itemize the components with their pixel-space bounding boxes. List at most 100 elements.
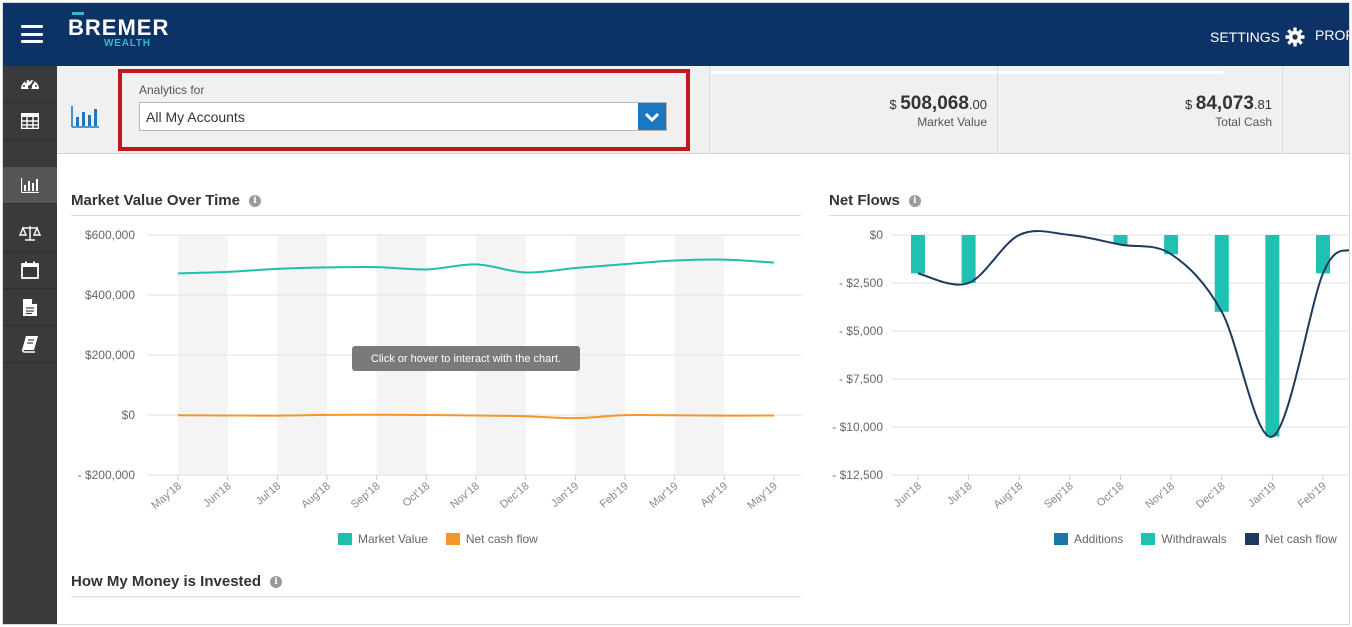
brand-logo[interactable]: BREMER WEALTH bbox=[68, 12, 170, 49]
sidebar bbox=[3, 66, 57, 624]
y-tick-label: - $200,000 bbox=[78, 468, 136, 482]
market-value-chart[interactable]: $600,000 $400,000 $200,000 $0 - $200,000 May'… bbox=[57, 218, 807, 528]
info-icon[interactable]: i bbox=[248, 194, 261, 207]
x-tick-label: Jun'18 bbox=[201, 480, 233, 510]
info-icon[interactable]: i bbox=[270, 575, 283, 588]
brand-subtitle: WEALTH bbox=[104, 38, 151, 49]
dashboard-icon bbox=[21, 79, 39, 89]
scale-icon bbox=[19, 226, 41, 241]
x-tick-label: Sep'18 bbox=[349, 480, 383, 511]
net-cash-flow-line bbox=[917, 230, 1349, 438]
document-icon bbox=[23, 298, 37, 316]
legend-item[interactable]: Net cash flow bbox=[1244, 532, 1337, 546]
y-tick-label: $400,000 bbox=[85, 288, 135, 302]
net-flows-chart[interactable]: $0 - $2,500 - $5,000 - $7,500 - $10,000 - $12… bbox=[813, 218, 1350, 528]
withdrawal-bar bbox=[1265, 235, 1280, 437]
sidebar-item-analytics[interactable] bbox=[3, 167, 57, 204]
sidebar-item-documents[interactable] bbox=[3, 289, 57, 326]
sidebar-item-dashboard[interactable] bbox=[3, 66, 57, 103]
legend-swatch bbox=[338, 533, 352, 545]
x-tick-label: Nov'18 bbox=[448, 480, 482, 511]
y-tick-label: - $7,500 bbox=[839, 372, 883, 386]
x-tick-label: Feb'19 bbox=[1296, 480, 1329, 511]
x-tick-label: Sep'18 bbox=[1042, 480, 1076, 511]
chart-hint-tooltip: Click or hover to interact with the char… bbox=[352, 346, 580, 371]
sidebar-item-balance[interactable] bbox=[3, 215, 57, 252]
withdrawal-bar bbox=[961, 235, 976, 283]
total-cash-amount: 84,073 bbox=[1195, 93, 1254, 114]
legend-swatch bbox=[1054, 533, 1068, 545]
top-navigation-bar: BREMER WEALTH SETTINGS PROFI bbox=[3, 3, 1349, 66]
account-select[interactable]: All My Accounts bbox=[139, 102, 667, 131]
legend-label: Net cash flow bbox=[465, 532, 538, 546]
legend-item[interactable]: Market Value bbox=[338, 532, 428, 546]
x-tick-label: Oct'18 bbox=[400, 480, 432, 509]
settings-menu[interactable]: SETTINGS bbox=[1210, 27, 1305, 47]
x-tick-label: May'19 bbox=[745, 480, 780, 512]
y-tick-label: - $5,000 bbox=[839, 324, 883, 338]
info-icon[interactable]: i bbox=[908, 194, 921, 207]
market-value-label: Market Value bbox=[917, 115, 987, 129]
total-cash-stat: $ 84,073.81 Total Cash bbox=[1102, 93, 1272, 129]
y-tick-label: - $2,500 bbox=[839, 276, 883, 290]
y-tick-label: $0 bbox=[122, 408, 136, 422]
x-tick-label: Dec'18 bbox=[1194, 480, 1228, 511]
menu-icon[interactable] bbox=[21, 25, 43, 43]
brand-name: BREMER bbox=[68, 15, 170, 40]
sidebar-item-calendar[interactable] bbox=[3, 252, 57, 289]
y-tick-label: $200,000 bbox=[85, 348, 135, 362]
legend-item[interactable]: Additions bbox=[1054, 532, 1123, 546]
x-tick-label: Feb'19 bbox=[598, 480, 631, 511]
x-tick-label: Aug'18 bbox=[299, 480, 333, 511]
sidebar-item-library[interactable] bbox=[3, 326, 57, 363]
analytics-header: Analytics for All My Accounts $ 508,068.… bbox=[57, 66, 1349, 154]
market-value-amount: 508,068 bbox=[900, 93, 969, 114]
app-frame: BREMER WEALTH SETTINGS PROFI bbox=[2, 2, 1350, 625]
y-tick-label: - $10,000 bbox=[832, 420, 883, 434]
legend-label: Additions bbox=[1074, 532, 1124, 546]
withdrawal-bar bbox=[1214, 235, 1229, 312]
legend-item[interactable]: Withdrawals bbox=[1141, 532, 1227, 546]
legend-label: Withdrawals bbox=[1161, 532, 1227, 546]
sidebar-item-accounts[interactable] bbox=[3, 103, 57, 140]
analytics-bar-chart-icon bbox=[71, 106, 99, 133]
gear-icon bbox=[1285, 27, 1305, 47]
legend-item[interactable]: Net cash flow bbox=[445, 532, 538, 546]
x-tick-label: Jan'19 bbox=[1246, 480, 1278, 510]
x-tick-label: Jul'18 bbox=[254, 480, 283, 507]
legend-label: Market Value bbox=[358, 532, 428, 546]
withdrawal-bar bbox=[911, 235, 925, 274]
y-tick-label: - $12,500 bbox=[832, 468, 883, 482]
y-tick-label: $600,000 bbox=[85, 228, 135, 242]
x-tick-label: May'18 bbox=[149, 480, 184, 512]
grid-icon bbox=[21, 113, 39, 129]
account-select-value: All My Accounts bbox=[146, 109, 245, 125]
legend-swatch bbox=[445, 533, 460, 545]
legend-label: Net cash flow bbox=[1264, 532, 1337, 546]
x-tick-label: Apr'19 bbox=[698, 480, 730, 509]
net-flows-title: Net Flows i bbox=[829, 192, 921, 209]
calendar-icon bbox=[21, 261, 39, 279]
market-value-stat: $ 508,068.00 Market Value bbox=[817, 93, 987, 129]
analytics-for-label: Analytics for bbox=[139, 83, 205, 97]
x-tick-label: Jul'18 bbox=[945, 480, 974, 507]
invested-title: How My Money is Invested i bbox=[71, 573, 283, 590]
x-tick-label: Dec'18 bbox=[498, 480, 532, 511]
net-flows-legend: Additions Withdrawals Net cash flow bbox=[1054, 532, 1349, 546]
total-cash-label: Total Cash bbox=[1215, 115, 1272, 129]
market-value-legend: Market Value Net cash flow bbox=[338, 532, 556, 546]
legend-swatch bbox=[1244, 533, 1259, 545]
x-tick-label: Aug'18 bbox=[991, 480, 1025, 511]
x-tick-label: Oct'18 bbox=[1095, 480, 1127, 509]
x-tick-label: Nov'18 bbox=[1143, 480, 1177, 511]
x-tick-label: Jan'19 bbox=[549, 480, 581, 510]
book-icon bbox=[21, 336, 38, 353]
chevron-down-icon[interactable] bbox=[638, 103, 666, 130]
profile-menu[interactable]: PROFI bbox=[1315, 27, 1349, 43]
y-tick-label: $0 bbox=[870, 228, 884, 242]
market-value-title: Market Value Over Time i bbox=[71, 192, 261, 209]
bar-chart-icon bbox=[21, 178, 39, 193]
x-tick-label: Mar'19 bbox=[647, 480, 680, 511]
legend-swatch bbox=[1141, 533, 1156, 545]
x-tick-label: Jun'18 bbox=[892, 480, 924, 510]
